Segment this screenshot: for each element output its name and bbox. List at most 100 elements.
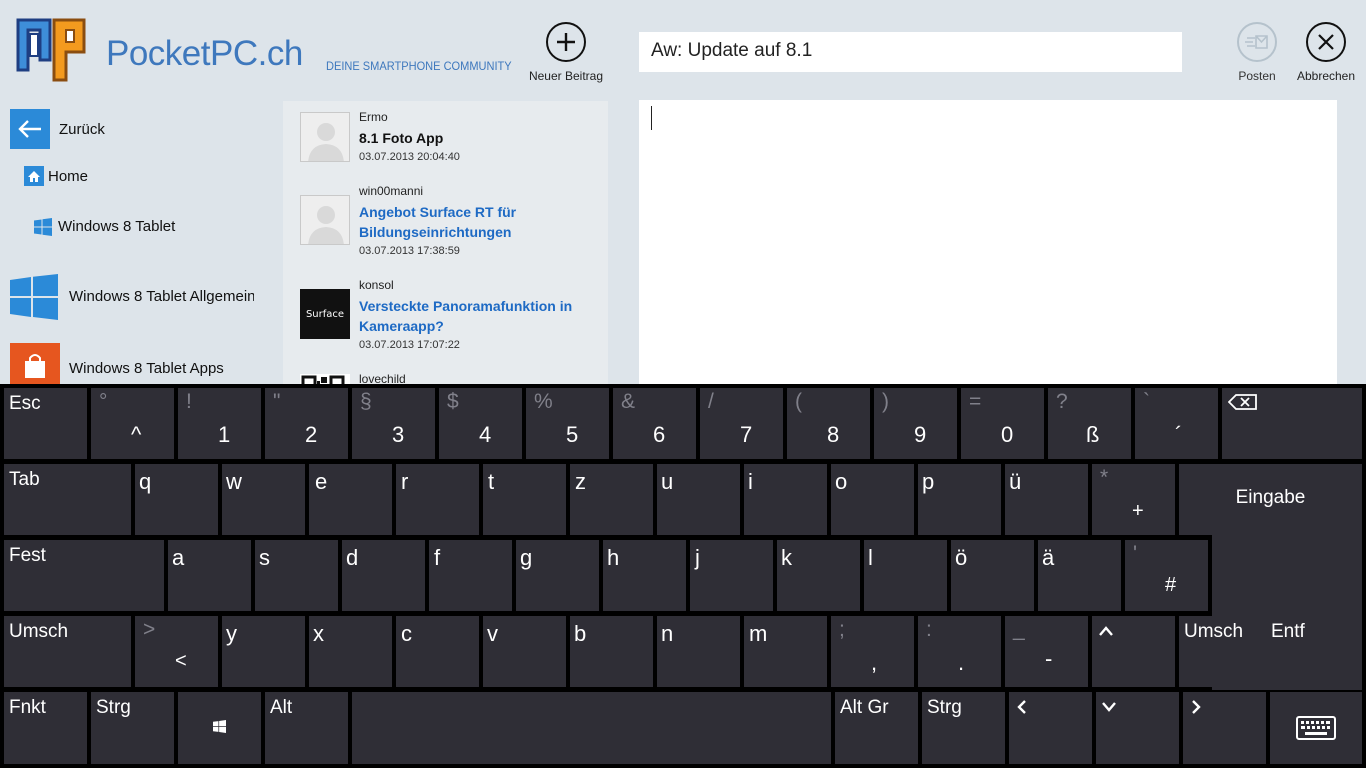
key-z[interactable]: z (570, 464, 653, 535)
breadcrumb-section[interactable]: Windows 8 Tablet (58, 218, 175, 235)
back-button[interactable] (10, 109, 50, 149)
key-caps-lock[interactable]: Fest (4, 540, 164, 611)
key-ue[interactable]: ü (1005, 464, 1088, 535)
key-e[interactable]: e (309, 464, 392, 535)
key-shift-label: Umsch (1184, 621, 1244, 642)
key-y[interactable]: y (222, 616, 305, 687)
thread-title[interactable]: Angebot Surface RT für Bildungseinrichtu… (359, 202, 599, 242)
key-esc[interactable]: Esc (4, 388, 87, 459)
key-i[interactable]: i (744, 464, 827, 535)
key-2[interactable]: " 2 (265, 388, 348, 459)
breadcrumb-home[interactable]: Home (48, 168, 88, 185)
key-m[interactable]: m (744, 616, 827, 687)
key-d[interactable]: d (342, 540, 425, 611)
key-arrow-left[interactable] (1009, 692, 1092, 764)
store-tile[interactable] (10, 343, 60, 385)
cancel-button[interactable]: Abbrechen (1294, 22, 1358, 83)
key-arrow-right[interactable] (1183, 692, 1266, 764)
thread-list[interactable]: Ermo 8.1 Foto App 03.07.2013 20:04:40 wi… (283, 101, 608, 385)
key-alt-gr[interactable]: Alt Gr (835, 692, 918, 764)
key-less-than[interactable]: > < (135, 616, 218, 687)
key-fn[interactable]: Fnkt (4, 692, 87, 764)
subject-field[interactable]: Aw: Update auf 8.1 (639, 32, 1182, 72)
key-8[interactable]: ( 8 (787, 388, 870, 459)
key-alt[interactable]: Alt (265, 692, 348, 764)
key-space[interactable] (352, 692, 831, 764)
key-secondary-label: ; (839, 618, 845, 641)
cancel-label: Abbrechen (1296, 69, 1356, 83)
key-s[interactable]: s (255, 540, 338, 611)
key-primary-label: m (749, 621, 768, 646)
key-5[interactable]: % 5 (526, 388, 609, 459)
key-arrow-up[interactable] (1092, 616, 1175, 687)
new-post-button[interactable]: Neuer Beitrag (526, 22, 606, 83)
key-enter-label: Eingabe (1235, 487, 1306, 508)
key-0[interactable]: = 0 (961, 388, 1044, 459)
key-p[interactable]: p (918, 464, 1001, 535)
key-b[interactable]: b (570, 616, 653, 687)
key-secondary-label: & (621, 390, 636, 413)
key-shift-right[interactable]: Umsch (1179, 616, 1262, 687)
key-primary-label: 5 (566, 422, 579, 447)
key-keyboard-options[interactable] (1270, 692, 1362, 764)
key-w[interactable]: w (222, 464, 305, 535)
key-hash[interactable]: ' # (1125, 540, 1208, 611)
back-label[interactable]: Zurück (59, 121, 105, 138)
key-period[interactable]: : . (918, 616, 1001, 687)
windows-icon (34, 218, 52, 236)
key-oe[interactable]: ö (951, 540, 1034, 611)
key-ctrl-left[interactable]: Strg (91, 692, 174, 764)
key-plus[interactable]: * + (1092, 464, 1175, 535)
key-ae[interactable]: ä (1038, 540, 1121, 611)
key-g[interactable]: g (516, 540, 599, 611)
key-h[interactable]: h (603, 540, 686, 611)
key-4[interactable]: $ 4 (439, 388, 522, 459)
key-1[interactable]: ! 1 (178, 388, 261, 459)
key-r[interactable]: r (396, 464, 479, 535)
key-x[interactable]: x (309, 616, 392, 687)
key-tab[interactable]: Tab (4, 464, 131, 535)
key-shift-left[interactable]: Umsch (4, 616, 131, 687)
key-arrow-down[interactable] (1096, 692, 1179, 764)
key-alt-label: Alt (270, 697, 293, 718)
key-accent[interactable]: ` ´ (1135, 388, 1218, 459)
key-v[interactable]: v (483, 616, 566, 687)
key-ctrl-right[interactable]: Strg (922, 692, 1005, 764)
forum-item-apps[interactable]: Windows 8 Tablet Apps (69, 360, 224, 377)
pocketpc-logo-icon (16, 18, 86, 82)
key-q[interactable]: q (135, 464, 218, 535)
forum-item-allgemein[interactable]: Windows 8 Tablet Allgemein (69, 288, 254, 305)
key-windows[interactable] (178, 692, 261, 764)
key-j[interactable]: j (690, 540, 773, 611)
key-t[interactable]: t (483, 464, 566, 535)
key-l[interactable]: l (864, 540, 947, 611)
key-n[interactable]: n (657, 616, 740, 687)
key-o[interactable]: o (831, 464, 914, 535)
key-comma[interactable]: ; , (831, 616, 914, 687)
keyboard-icon (1296, 716, 1336, 740)
key-k[interactable]: k (777, 540, 860, 611)
key-delete[interactable]: Entf (1266, 616, 1362, 687)
key-backspace[interactable] (1222, 388, 1362, 459)
key-9[interactable]: ) 9 (874, 388, 957, 459)
key-sz[interactable]: ? ß (1048, 388, 1131, 459)
key-a[interactable]: a (168, 540, 251, 611)
key-caret[interactable]: ° ^ (91, 388, 174, 459)
key-secondary-label: $ (447, 390, 459, 413)
thread-title[interactable]: Versteckte Panoramafunktion in Kameraapp… (359, 296, 599, 336)
post-button[interactable]: Posten (1230, 22, 1284, 83)
key-3[interactable]: § 3 (352, 388, 435, 459)
chevron-up-icon (1099, 626, 1113, 636)
key-u[interactable]: u (657, 464, 740, 535)
key-primary-label: u (661, 469, 674, 494)
key-7[interactable]: / 7 (700, 388, 783, 459)
thread-title[interactable]: 8.1 Foto App (359, 128, 599, 148)
message-editor[interactable] (639, 100, 1337, 385)
key-hyphen[interactable]: _ - (1005, 616, 1088, 687)
key-c[interactable]: c (396, 616, 479, 687)
plus-icon (546, 22, 586, 62)
key-primary-label: w (226, 469, 242, 494)
key-6[interactable]: & 6 (613, 388, 696, 459)
key-primary-label: g (520, 545, 533, 570)
key-f[interactable]: f (429, 540, 512, 611)
